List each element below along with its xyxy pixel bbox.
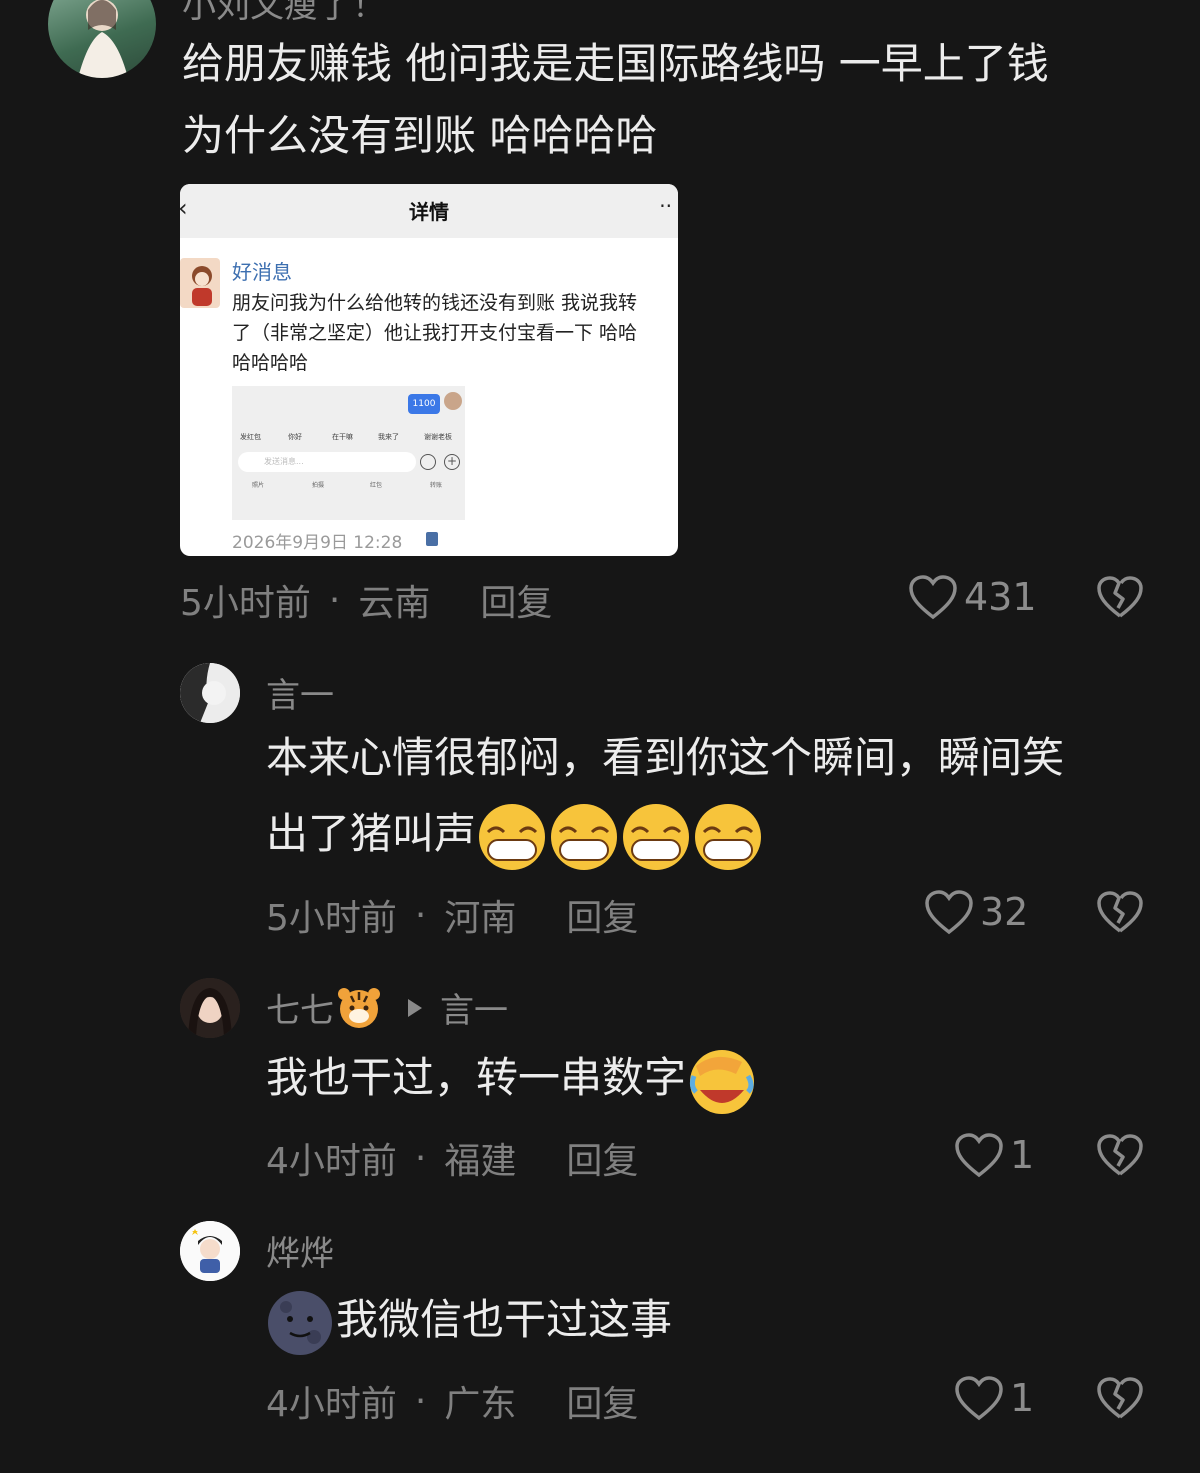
comment-text: 本来心情很郁闷，看到你这个瞬间，瞬间笑 — [266, 733, 1065, 782]
play-arrow-icon — [408, 998, 422, 1017]
heart-icon — [955, 1133, 1003, 1178]
grin-emoji — [479, 803, 546, 870]
comment-time: 4小时前 — [266, 1384, 397, 1425]
amount-bubble: 1100 — [408, 394, 440, 414]
moon-face-emoji — [268, 1290, 332, 1355]
comment-location: 云南 — [358, 583, 431, 624]
card-date: 2026年9月9日 12:28 — [232, 533, 403, 553]
username-row: 七七 言一 — [266, 983, 508, 1032]
broken-heart-icon[interactable] — [1096, 1376, 1144, 1420]
comment-meta: 5小时前 · 河南 回复 — [266, 889, 638, 941]
avatar-photo — [180, 1221, 240, 1281]
comment-meta: 4小时前 · 广东 回复 — [266, 1375, 638, 1427]
comment-text: 给朋友赚钱 他问我是走国际路线吗 一早上了钱 — [182, 39, 1049, 88]
grin-emoji — [551, 803, 618, 870]
more-icon: ·· — [659, 194, 672, 218]
like-count: 431 — [964, 575, 1037, 619]
heart-icon — [909, 575, 957, 620]
like-count: 1 — [1010, 1133, 1035, 1177]
avatar-photo — [78, 0, 128, 78]
comment-time: 5小时前 — [180, 583, 311, 624]
comment-text: 我也干过，转一串数字 — [266, 1053, 687, 1102]
comment-meta: 5小时前 · 云南 回复 — [180, 574, 552, 626]
separator-dot: · — [414, 1380, 427, 1422]
card-message-body: 朋友问我为什么给他转的钱还没有到账 我说我转 了（非常之坚定）他让我打开支付宝看… — [232, 292, 638, 374]
username[interactable]: 七七 — [266, 983, 334, 1032]
username[interactable]: 烨烨 — [266, 1226, 334, 1275]
username[interactable]: 小刘又瘦了！ — [182, 0, 386, 27]
comment-location: 广东 — [444, 1384, 517, 1425]
reply-button[interactable]: 回复 — [480, 574, 552, 626]
avatar[interactable] — [180, 1221, 240, 1281]
like-button[interactable]: 32 — [924, 889, 1028, 935]
separator-dot: · — [414, 1137, 427, 1179]
avatar-photo — [180, 663, 240, 723]
card-inner-screenshot: 1100 发红包 你好 在干嘛 我来了 谢谢老板 发送消息... + 照片 拍摄… — [232, 386, 465, 520]
comment-text-line: 出了猪叫声 — [266, 798, 764, 872]
trash-icon — [426, 532, 438, 546]
tool-label: 照片 — [251, 482, 264, 489]
grin-emoji — [695, 803, 762, 870]
avatar-photo — [180, 978, 240, 1038]
reply-button[interactable]: 回复 — [566, 1132, 638, 1184]
like-button[interactable]: 431 — [908, 574, 1037, 620]
avatar[interactable] — [48, 0, 156, 78]
heart-icon — [925, 890, 973, 935]
grin-emoji — [623, 803, 690, 870]
tool-label: 转账 — [429, 482, 442, 489]
comment-time: 5小时前 — [266, 898, 397, 939]
quick-reply: 在干嘛 — [332, 433, 353, 441]
mini-input-placeholder: 发送消息... — [264, 457, 304, 466]
avatar[interactable] — [180, 978, 240, 1038]
facepalm-laugh-emoji — [689, 1049, 755, 1114]
reply-to-username[interactable]: 言一 — [440, 983, 508, 1032]
grin-emoji-group — [479, 803, 762, 870]
card-avatar — [180, 258, 220, 308]
tiger-emoji — [338, 987, 380, 1028]
card-title: 详情 — [409, 200, 449, 224]
separator-dot: · — [328, 579, 341, 621]
comment-image[interactable]: ‹ 详情 ·· 好消息 朋友问我为什么给他转的钱还没有到账 我说我转 了（非常之… — [180, 184, 678, 556]
mini-input: 发送消息... — [238, 452, 416, 472]
comment-time: 4小时前 — [266, 1141, 397, 1182]
quick-reply: 你好 — [288, 433, 302, 441]
separator-dot: · — [414, 894, 427, 936]
mini-avatar — [444, 392, 462, 410]
reply-button[interactable]: 回复 — [566, 1375, 638, 1427]
card-message-title: 好消息 — [232, 260, 292, 284]
comment-location: 福建 — [444, 1141, 517, 1182]
like-button[interactable]: 1 — [954, 1375, 1034, 1421]
comment-text-line: 我也干过，转一串数字 — [266, 1042, 758, 1116]
comment-text-line: 我微信也干过这事 — [266, 1284, 672, 1357]
plus-icon: + — [444, 454, 460, 470]
tool-label: 红包 — [369, 482, 382, 489]
quick-reply: 谢谢老板 — [424, 433, 452, 441]
like-button[interactable]: 1 — [954, 1132, 1034, 1178]
username[interactable]: 言一 — [266, 668, 334, 717]
heart-icon — [955, 1376, 1003, 1421]
broken-heart-icon[interactable] — [1096, 1133, 1144, 1177]
comment-text: 为什么没有到账 哈哈哈哈 — [182, 111, 658, 160]
tool-label: 拍摄 — [311, 482, 324, 489]
like-count: 32 — [980, 890, 1029, 934]
comment-text: 我微信也干过这事 — [336, 1295, 673, 1344]
smile-icon — [420, 454, 436, 470]
comment-text: 出了猪叫声 — [266, 809, 477, 858]
broken-heart-icon[interactable] — [1096, 890, 1144, 934]
broken-heart-icon[interactable] — [1096, 575, 1144, 619]
comment-location: 河南 — [444, 898, 517, 939]
card-header: ‹ 详情 ·· — [180, 184, 678, 238]
reply-button[interactable]: 回复 — [566, 889, 638, 941]
avatar[interactable] — [180, 663, 240, 723]
quick-reply: 我来了 — [378, 433, 399, 441]
quick-reply: 发红包 — [240, 433, 261, 441]
comment-meta: 4小时前 · 福建 回复 — [266, 1132, 638, 1184]
like-count: 1 — [1010, 1376, 1035, 1420]
